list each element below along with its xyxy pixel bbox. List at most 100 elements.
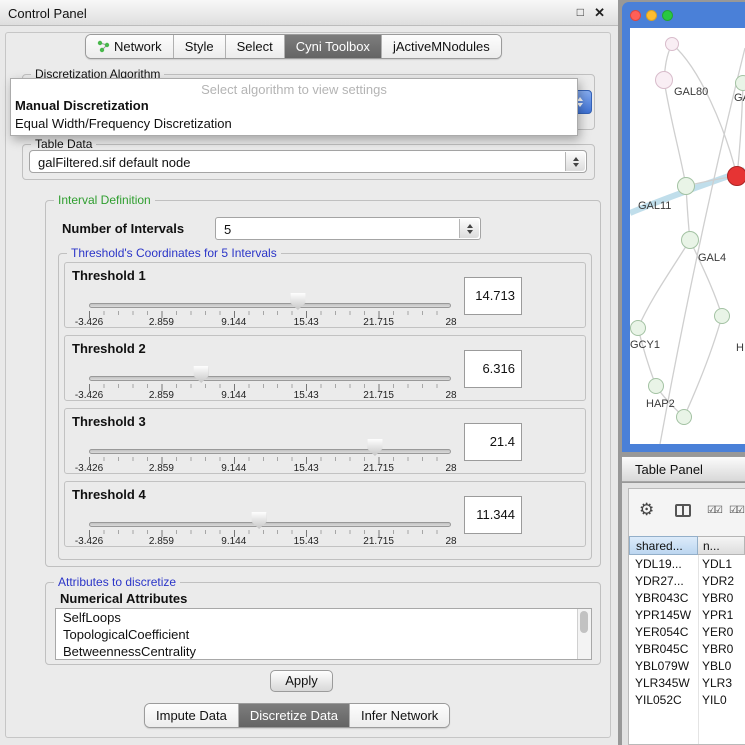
table-row[interactable]: YIL052C YIL0: [629, 691, 745, 708]
apply-button[interactable]: Apply: [270, 670, 333, 692]
intervals-spinner[interactable]: 5: [215, 217, 481, 240]
numerical-attributes-list[interactable]: SelfLoops TopologicalCoefficient Between…: [55, 608, 592, 660]
tab-label: Network: [114, 35, 162, 58]
table-row[interactable]: YPR145W YPR1: [629, 606, 745, 623]
spinner-stepper-icon[interactable]: [459, 219, 479, 238]
network-node[interactable]: [665, 37, 679, 51]
slider-track[interactable]: [89, 303, 451, 308]
slider-track[interactable]: [89, 449, 451, 454]
list-item[interactable]: TopologicalCoefficient: [56, 626, 591, 643]
tick-label: 2.859: [149, 463, 174, 474]
tab-infer-network[interactable]: Infer Network: [349, 704, 449, 727]
tab-style[interactable]: Style: [173, 35, 225, 58]
numerical-attributes-label: Numerical Attributes: [60, 591, 187, 606]
slider-track[interactable]: [89, 522, 451, 527]
threshold-row: Threshold 2 -3.426 2.859 9.144 15.43 21.…: [64, 335, 586, 401]
cell-shared-name: YIL052C: [635, 693, 682, 707]
tab-network[interactable]: Network: [86, 35, 173, 58]
node-label: GA: [734, 92, 745, 104]
tab-label: Cyni Toolbox: [296, 35, 370, 58]
threshold-label: Threshold 4: [72, 487, 146, 502]
threshold-value-field[interactable]: 11.344: [464, 496, 522, 534]
table-panel-header[interactable]: Table Panel: [622, 456, 745, 482]
table-toolbar: ⚙ ☑☑ ☑☑: [629, 489, 745, 537]
network-node[interactable]: [630, 320, 646, 336]
network-node[interactable]: [677, 177, 695, 195]
tick-label: 21.715: [363, 390, 394, 401]
combo-stepper-icon[interactable]: [565, 152, 585, 171]
column-header-name[interactable]: n...: [698, 536, 745, 555]
threshold-slider[interactable]: [89, 299, 451, 311]
list-scrollbar[interactable]: [577, 609, 591, 659]
slider-tick-labels: -3.426 2.859 9.144 15.43 21.715 28: [89, 463, 451, 475]
table-data-combobox[interactable]: galFiltered.sif default node: [29, 150, 587, 173]
network-node[interactable]: [714, 308, 730, 324]
threshold-row: Threshold 4 -3.426 2.859 9.144 15.43 21.…: [64, 481, 586, 547]
list-item[interactable]: SelfLoops: [56, 609, 591, 626]
tick-label: 28: [445, 536, 456, 547]
cell-shared-name: YBR045C: [635, 642, 688, 656]
titlebar[interactable]: Control Panel □ ✕: [0, 0, 618, 26]
columns-icon[interactable]: [675, 504, 691, 517]
table-row[interactable]: YBR045C YBR0: [629, 640, 745, 657]
threshold-value-field[interactable]: 14.713: [464, 277, 522, 315]
tick-label: 2.859: [149, 317, 174, 328]
table-row[interactable]: YER054C YER0: [629, 623, 745, 640]
tab-label: Impute Data: [156, 704, 227, 727]
gear-icon[interactable]: ⚙: [639, 500, 654, 520]
bottom-tab-bar: Impute Data Discretize Data Infer Networ…: [144, 703, 450, 728]
popup-item-equal-width-frequency[interactable]: Equal Width/Frequency Discretization: [11, 115, 577, 133]
threshold-slider[interactable]: [89, 372, 451, 384]
cell-shared-name: YDL19...: [635, 557, 682, 571]
close-traffic-light-icon[interactable]: [630, 10, 641, 21]
tab-discretize-data[interactable]: Discretize Data: [238, 704, 349, 727]
tick-label: 21.715: [363, 536, 394, 547]
tab-label: Infer Network: [361, 704, 438, 727]
tab-label: jActiveMNodules: [393, 35, 490, 58]
close-icon[interactable]: ✕: [594, 5, 605, 21]
tab-cyni-toolbox[interactable]: Cyni Toolbox: [284, 35, 381, 58]
table-row[interactable]: YDL19... YDL1: [629, 555, 745, 572]
table-data-selected-value: galFiltered.sif default node: [38, 155, 190, 170]
threshold-label: Threshold 1: [72, 268, 146, 283]
table-row[interactable]: YLR345W YLR3: [629, 674, 745, 691]
table-row[interactable]: YBR043C YBR0: [629, 589, 745, 606]
tick-label: 15.43: [294, 463, 319, 474]
network-node[interactable]: [735, 75, 745, 91]
network-node-selected[interactable]: [727, 166, 745, 186]
minimize-traffic-light-icon[interactable]: [646, 10, 657, 21]
tab-label: Discretize Data: [250, 704, 338, 727]
node-label: HAP2: [646, 398, 675, 410]
network-node[interactable]: [676, 409, 692, 425]
window-title: Control Panel: [8, 6, 87, 21]
cell-shared-name: YPR145W: [635, 608, 691, 622]
tab-jactivemnodules[interactable]: jActiveMNodules: [381, 35, 501, 58]
table-row[interactable]: YDR27... YDR2: [629, 572, 745, 589]
tick-label: 15.43: [294, 317, 319, 328]
tick-label: 15.43: [294, 536, 319, 547]
select-columns-check-icon[interactable]: ☑☑: [707, 505, 721, 516]
zoom-traffic-light-icon[interactable]: [662, 10, 673, 21]
network-node[interactable]: [681, 231, 699, 249]
table-row[interactable]: YBL079W YBL0: [629, 657, 745, 674]
network-node[interactable]: [655, 71, 673, 89]
threshold-slider[interactable]: [89, 518, 451, 530]
float-window-icon[interactable]: □: [577, 5, 584, 19]
list-item[interactable]: BetweennessCentrality: [56, 643, 591, 660]
network-view-window[interactable]: GAL80 GAL11 GAL4 GCY1 HAP2 GA H: [622, 2, 745, 452]
scrollbar-thumb[interactable]: [580, 611, 588, 633]
tab-select[interactable]: Select: [225, 35, 284, 58]
network-canvas[interactable]: GAL80 GAL11 GAL4 GCY1 HAP2 GA H: [630, 28, 745, 444]
control-panel-window: Control Panel □ ✕ Network Style Select C…: [0, 0, 618, 745]
threshold-value-field[interactable]: 6.316: [464, 350, 522, 388]
slider-track[interactable]: [89, 376, 451, 381]
threshold-slider[interactable]: [89, 445, 451, 457]
tab-impute-data[interactable]: Impute Data: [145, 704, 238, 727]
tick-label: 2.859: [149, 536, 174, 547]
toggle-selection-check-icon[interactable]: ☑☑: [729, 505, 743, 516]
network-node[interactable]: [648, 378, 664, 394]
threshold-label: Threshold 3: [72, 414, 146, 429]
threshold-value-field[interactable]: 21.4: [464, 423, 522, 461]
popup-item-manual-discretization[interactable]: Manual Discretization: [11, 97, 577, 115]
column-header-shared-name[interactable]: shared...: [629, 536, 698, 555]
